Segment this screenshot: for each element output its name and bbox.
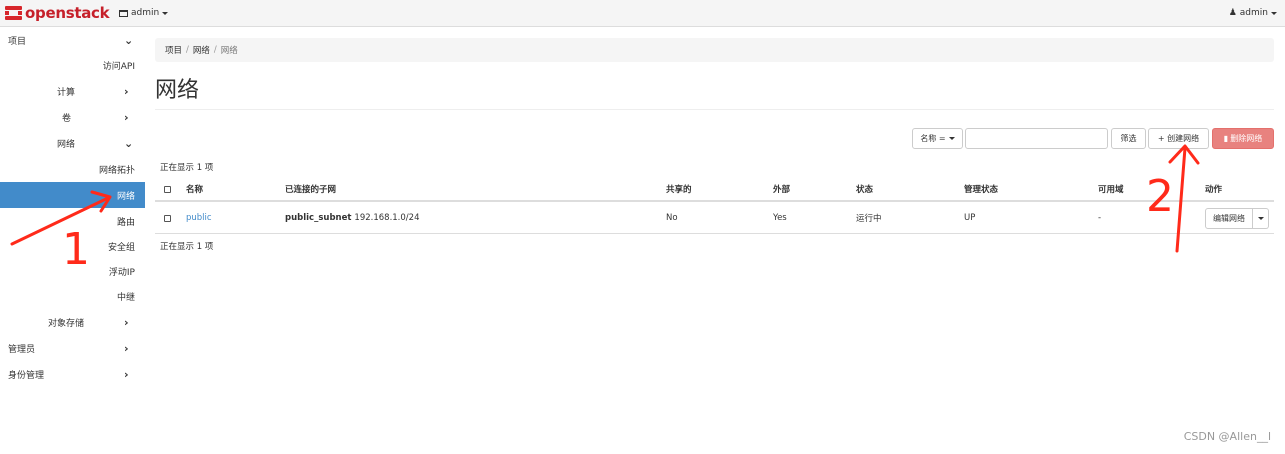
caret-down-icon [948, 137, 955, 140]
external-cell: Yes [773, 213, 787, 223]
row-actions-dropdown-toggle[interactable] [1253, 208, 1269, 229]
sidebar-item-access-api[interactable]: 访问API [0, 52, 145, 78]
breadcrumb-item-current: 网络 [220, 46, 238, 56]
breadcrumb-item-network[interactable]: 网络 [193, 44, 210, 56]
user-menu[interactable]: ♟ admin [1229, 8, 1277, 18]
chevron-right-icon: › [124, 110, 129, 124]
sidebar-item-network-topology[interactable]: 网络拓扑 [0, 156, 145, 182]
row-actions: 编辑网络 [1205, 208, 1269, 229]
caret-down-icon [1257, 217, 1264, 220]
subnet-cidr: 192.168.1.0/24 [354, 213, 420, 223]
sidebar-item-label: 计算 [57, 87, 76, 98]
column-header-availability-zone[interactable]: 可用域 [1098, 178, 1124, 200]
filter-field-label: 名称 = [920, 134, 946, 143]
table-row: public public_subnet 192.168.1.0/24 No Y… [155, 203, 1274, 234]
admin-state-cell: UP [964, 213, 976, 223]
filter-button[interactable]: 筛选 [1111, 128, 1146, 149]
item-count: 正在显示 1 项 [160, 163, 214, 173]
sidebar-item-networks[interactable]: 网络 [0, 182, 145, 208]
create-network-button[interactable]: + 创建网络 [1148, 128, 1209, 149]
edit-network-button[interactable]: 编辑网络 [1205, 208, 1253, 229]
watermark: CSDN @Allen__l [1183, 430, 1271, 443]
chevron-down-icon: ⌄ [124, 33, 134, 47]
openstack-logo-icon [5, 6, 22, 20]
sidebar-item-label: 访问API [102, 61, 135, 72]
create-network-button-label: + 创建网络 [1157, 134, 1200, 143]
column-header-name[interactable]: 名称 [186, 178, 203, 200]
chevron-right-icon: › [124, 84, 129, 98]
column-header-actions: 动作 [1205, 185, 1223, 195]
page-title: 网络 [155, 78, 200, 103]
sidebar-item-floating-ips[interactable]: 浮动IP [0, 258, 145, 284]
sidebar-item-label: 对象存储 [48, 318, 85, 329]
sidebar-item-network-group[interactable]: 网络 ⌄ [0, 130, 145, 156]
brand-name: openstack [25, 4, 110, 22]
delete-networks-button-label: 删除网络 [1230, 134, 1263, 143]
table-header: 名称 已连接的子网 共享的 外部 状态 管理状态 可用域 动作 [155, 178, 1274, 202]
sidebar-item-label: 路由 [116, 217, 135, 228]
column-header-subnets[interactable]: 已连接的子网 [285, 178, 336, 200]
user-icon: ♟ [1228, 8, 1237, 18]
sidebar-item-identity[interactable]: 身份管理 › [0, 361, 145, 387]
sidebar-item-label: 身份管理 [8, 370, 45, 381]
subnet-name: public_subnet [285, 213, 352, 223]
column-header-shared[interactable]: 共享的 [666, 178, 692, 200]
sidebar-item-routers[interactable]: 路由 [0, 208, 145, 234]
top-navbar: openstack admin ♟ admin [0, 0, 1285, 27]
filter-field-dropdown[interactable]: 名称 = [912, 128, 963, 149]
sidebar-item-object-store[interactable]: 对象存储 › [0, 309, 145, 335]
filter-button-label: 筛选 [1120, 134, 1137, 143]
filter-input[interactable] [965, 128, 1108, 149]
project-selector[interactable]: admin [119, 8, 169, 18]
sidebar: 项目 ⌄ 访问API 计算 › 卷 › 网络 ⌄ 网络拓扑 网络 路由 安全组 … [0, 27, 145, 454]
sidebar-item-admin[interactable]: 管理员 › [0, 335, 145, 361]
chevron-right-icon: › [124, 367, 129, 381]
sidebar-item-volumes[interactable]: 卷 › [0, 104, 145, 130]
sidebar-item-label: 浮动IP [108, 267, 135, 278]
openstack-logo[interactable]: openstack [5, 4, 110, 22]
column-header-admin-state[interactable]: 管理状态 [964, 178, 998, 200]
divider [155, 109, 1274, 110]
project-icon [119, 9, 128, 17]
network-name-link[interactable]: public [186, 203, 212, 233]
sidebar-item-label: 中继 [116, 292, 135, 303]
chevron-down-icon: ⌄ [124, 136, 134, 150]
breadcrumb-separator: / [213, 45, 217, 55]
sidebar-item-compute[interactable]: 计算 › [0, 78, 145, 104]
sidebar-item-label: 管理员 [8, 344, 36, 355]
breadcrumb-separator: / [186, 45, 189, 55]
status-cell: 运行中 [856, 214, 882, 224]
sidebar-item-label: 网络拓扑 [98, 165, 135, 176]
breadcrumb: 项目 / 网络 / 网络 [155, 38, 1274, 62]
sidebar-item-security-groups[interactable]: 安全组 [0, 233, 145, 259]
chevron-right-icon: › [124, 341, 129, 355]
trash-icon: ▮ [1223, 134, 1229, 143]
sidebar-item-label: 网络 [116, 191, 135, 202]
sidebar-item-label: 网络 [57, 139, 76, 150]
project-selector-label: admin [131, 8, 160, 18]
sidebar-item-project[interactable]: 项目 ⌄ [0, 27, 145, 53]
breadcrumb-item-project[interactable]: 项目 [165, 44, 182, 56]
column-header-status[interactable]: 状态 [856, 178, 873, 200]
chevron-right-icon: › [124, 315, 129, 329]
shared-cell: No [666, 213, 678, 223]
edit-network-button-label: 编辑网络 [1213, 214, 1245, 223]
sidebar-item-label: 安全组 [107, 242, 135, 253]
availability-zone-cell: - [1098, 213, 1102, 223]
delete-networks-button[interactable]: ▮ 删除网络 [1212, 128, 1274, 149]
select-all-checkbox[interactable] [164, 178, 171, 200]
row-checkbox[interactable] [164, 203, 171, 233]
user-menu-label: admin [1239, 8, 1268, 18]
caret-down-icon [1271, 11, 1277, 15]
caret-down-icon [162, 11, 169, 15]
item-count-footer: 正在显示 1 项 [160, 242, 214, 252]
sidebar-item-trunks[interactable]: 中继 [0, 283, 145, 309]
sidebar-item-label: 卷 [62, 113, 72, 124]
sidebar-item-label: 项目 [8, 36, 27, 47]
column-header-external[interactable]: 外部 [773, 178, 790, 200]
subnet-cell: public_subnet 192.168.1.0/24 [285, 203, 419, 233]
